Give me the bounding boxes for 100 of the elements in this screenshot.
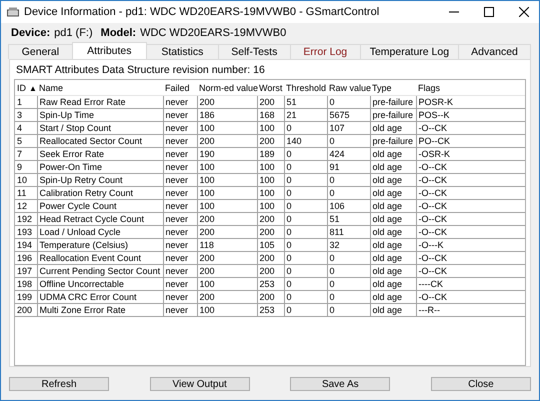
table-cell: -OSR-K: [416, 148, 525, 160]
tab[interactable]: Temperature Log: [360, 44, 460, 59]
column-header[interactable]: ID ▲: [15, 80, 37, 96]
table-cell: 186: [197, 108, 257, 122]
column-header[interactable]: Worst: [257, 80, 284, 96]
table-cell: ----CK: [416, 278, 525, 290]
dialog-button[interactable]: Refresh: [9, 377, 109, 391]
table-cell: 100: [257, 186, 284, 200]
table-cell: 253: [257, 278, 284, 290]
table-cell: 0: [284, 186, 327, 200]
table-cell: old age: [370, 238, 416, 252]
column-header[interactable]: Flags: [416, 80, 525, 96]
table-cell: old age: [370, 174, 416, 186]
table-cell: -O---K: [416, 238, 525, 252]
table-cell: 0: [284, 264, 327, 278]
table-cell: old age: [370, 290, 416, 304]
dialog-button[interactable]: Close: [430, 377, 531, 391]
table-cell: 200: [257, 290, 284, 304]
table-cell: -O--CK: [416, 226, 525, 238]
column-header[interactable]: Failed: [163, 80, 197, 96]
table-cell: -O--CK: [416, 290, 525, 304]
tab[interactable]: General: [8, 44, 73, 59]
table-cell: old age: [370, 148, 416, 160]
tab[interactable]: Advanced: [458, 44, 532, 59]
table-cell: 21: [284, 108, 327, 122]
table-cell: 190: [197, 148, 257, 160]
table-cell: 12: [15, 200, 37, 212]
table-cell: 100: [197, 160, 257, 174]
table-cell: never: [163, 264, 197, 278]
table-cell: 5: [15, 134, 37, 148]
table-cell: never: [163, 278, 197, 290]
table-cell: old age: [370, 186, 416, 200]
column-header[interactable]: Type: [370, 80, 416, 96]
column-header[interactable]: Raw value: [327, 80, 370, 96]
table-cell: -O--CK: [416, 200, 525, 212]
table-cell: 0: [284, 252, 327, 264]
table-cell: 100: [257, 122, 284, 134]
table-cell: never: [163, 108, 197, 122]
table-cell: 0: [284, 160, 327, 174]
table-cell: Power Cycle Count: [37, 200, 163, 212]
table-cell: 0: [284, 226, 327, 238]
table-cell: old age: [370, 264, 416, 278]
table-cell: -O--CK: [416, 264, 525, 278]
table-cell: 197: [15, 264, 37, 278]
column-header[interactable]: Name: [37, 80, 163, 96]
table-cell: 168: [257, 108, 284, 122]
table-cell: never: [163, 238, 197, 252]
table-cell: never: [163, 212, 197, 226]
table-cell: 32: [327, 238, 370, 252]
tab[interactable]: Attributes: [72, 42, 147, 59]
maximize-icon[interactable]: [484, 7, 494, 17]
table-cell: 0: [284, 174, 327, 186]
table-cell: 4: [15, 122, 37, 134]
table-cell: Offline Uncorrectable: [37, 278, 163, 290]
table-cell: 7: [15, 148, 37, 160]
table-cell: Spin-Up Retry Count: [37, 174, 163, 186]
table-cell: 100: [197, 304, 257, 316]
table-cell: UDMA CRC Error Count: [37, 290, 163, 304]
table-cell: POS--K: [416, 108, 525, 122]
table-cell: Raw Read Error Rate: [37, 96, 163, 108]
table-cell: never: [163, 148, 197, 160]
table-cell: 200: [257, 226, 284, 238]
table-cell: Multi Zone Error Rate: [37, 304, 163, 316]
table-cell: never: [163, 160, 197, 174]
table-cell: never: [163, 304, 197, 316]
table-cell: Calibration Retry Count: [37, 186, 163, 200]
table-cell: 100: [257, 200, 284, 212]
table-cell: -O--CK: [416, 160, 525, 174]
table-cell: 107: [327, 122, 370, 134]
table-cell: 0: [327, 134, 370, 148]
dialog-button[interactable]: Save As: [290, 377, 390, 391]
table-cell: 192: [15, 212, 37, 226]
close-icon[interactable]: [519, 7, 529, 17]
table-cell: Power-On Time: [37, 160, 163, 174]
table-cell: 100: [257, 174, 284, 186]
table-cell: 100: [197, 186, 257, 200]
table-cell: 200: [197, 252, 257, 264]
table-cell: pre-failure: [370, 108, 416, 122]
table-cell: never: [163, 226, 197, 238]
table-cell: 189: [257, 148, 284, 160]
tab[interactable]: Error Log: [290, 44, 361, 59]
table-cell: never: [163, 174, 197, 186]
table-cell: 200: [257, 96, 284, 108]
window-title: Device Information - pd1: WDC WD20EARS-19MVWB0 - GSmartControl: [24, 6, 380, 18]
table-cell: Seek Error Rate: [37, 148, 163, 160]
table-cell: Reallocation Event Count: [37, 252, 163, 264]
dialog-button[interactable]: View Output: [150, 377, 250, 391]
table-cell: 0: [327, 252, 370, 264]
table-cell: 199: [15, 290, 37, 304]
model-value: WDC WD20EARS-19MVWB0: [140, 27, 286, 39]
table-cell: 100: [197, 200, 257, 212]
table-cell: 811: [327, 226, 370, 238]
column-header[interactable]: Threshold: [284, 80, 327, 96]
column-header[interactable]: Norm-ed value: [197, 80, 257, 96]
table-cell: Current Pending Sector Count: [37, 264, 163, 278]
table-cell: 106: [327, 200, 370, 212]
table-cell: POSR-K: [416, 96, 525, 108]
revision-text: SMART Attributes Data Structure revision number: 16: [15, 64, 266, 78]
table-cell: never: [163, 252, 197, 264]
table-cell: -O--CK: [416, 252, 525, 264]
